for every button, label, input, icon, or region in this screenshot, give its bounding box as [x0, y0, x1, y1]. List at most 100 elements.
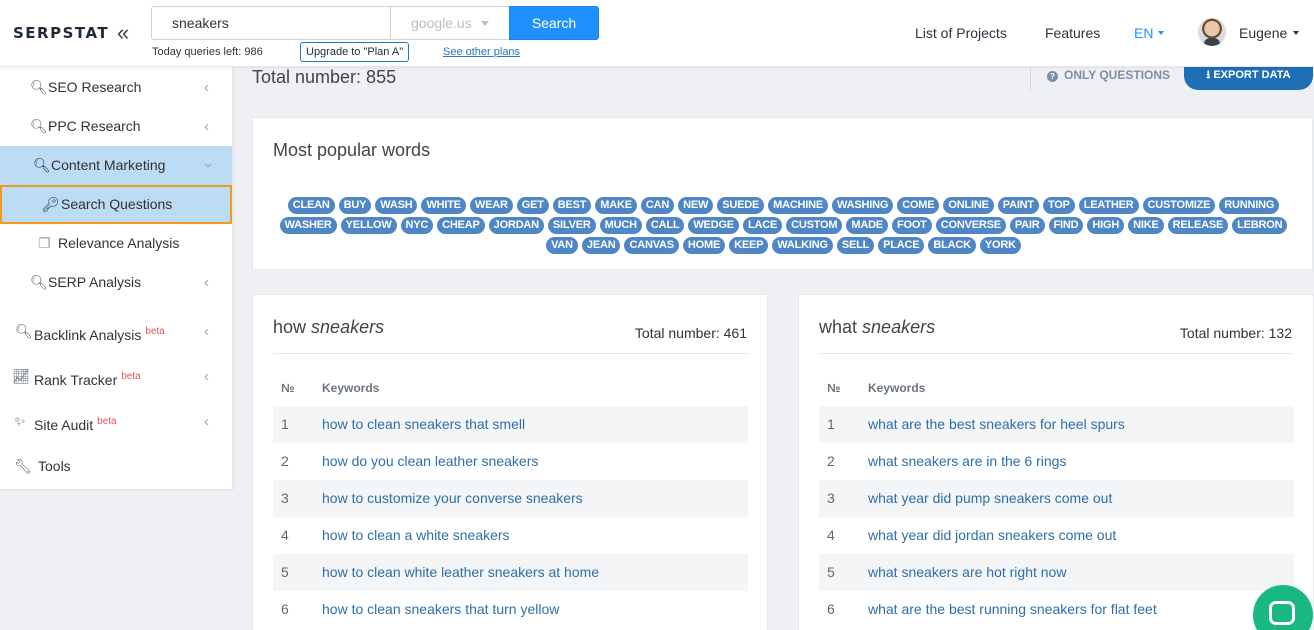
popular-word-chip[interactable]: CUSTOMIZE: [1142, 197, 1216, 214]
keyword-link[interactable]: how to clean sneakers that smell: [322, 406, 525, 443]
sidebar-item-relevance-analysis[interactable]: ❐ Relevance Analysis: [0, 224, 232, 263]
sidebar-item-backlink-analysis[interactable]: 🔍︎ Backlink Analysis beta ‹: [0, 312, 232, 351]
popular-word-chip[interactable]: MADE: [846, 217, 888, 234]
popular-word-chip[interactable]: PAIR: [1009, 217, 1045, 234]
popular-word-chip[interactable]: WALKING: [772, 237, 833, 254]
keyword-link[interactable]: what sneakers are hot right now: [868, 554, 1066, 591]
popular-word-chip[interactable]: KEEP: [729, 237, 769, 254]
sidebar-item-site-audit[interactable]: ✨︎ Site Audit beta ‹: [0, 402, 232, 441]
popular-word-chip[interactable]: BLACK: [928, 237, 976, 254]
column-header-number[interactable]: №: [281, 381, 294, 395]
sidebar-item-ppc-research[interactable]: 🔍︎ PPC Research ‹: [0, 107, 232, 146]
popular-word-chip[interactable]: YORK: [979, 237, 1021, 254]
divider: [273, 353, 748, 354]
keyword-link[interactable]: how to customize your converse sneakers: [322, 480, 583, 517]
popular-word-chip[interactable]: PAINT: [997, 197, 1039, 214]
popular-word-chip[interactable]: MAKE: [595, 197, 637, 214]
popular-word-chip[interactable]: CAN: [640, 197, 675, 214]
only-questions-toggle[interactable]: ? ONLY QUESTIONS: [1030, 67, 1170, 91]
popular-word-chip[interactable]: BUY: [338, 197, 372, 214]
popular-word-chip[interactable]: JEAN: [581, 237, 621, 254]
popular-word-chip[interactable]: HOME: [682, 237, 726, 254]
export-label: EXPORT DATA: [1213, 69, 1291, 81]
popular-word-chip[interactable]: GET: [516, 197, 549, 214]
user-menu[interactable]: Eugene: [1239, 25, 1300, 41]
popular-word-chip[interactable]: ONLINE: [943, 197, 994, 214]
keyword-link[interactable]: what year did pump sneakers come out: [868, 480, 1112, 517]
popular-word-chip[interactable]: SELL: [836, 237, 875, 254]
keyword-link[interactable]: how to clean a white sneakers: [322, 517, 510, 554]
popular-word-chip[interactable]: RELEASE: [1167, 217, 1229, 234]
popular-word-chip[interactable]: CONVERSE: [935, 217, 1006, 234]
queries-left: Today queries left: 986: [152, 46, 263, 58]
table-row: 4 how to clean a white sneakers: [273, 517, 748, 554]
popular-word-chip[interactable]: FOOT: [891, 217, 932, 234]
popular-word-chip[interactable]: NIKE: [1128, 217, 1164, 234]
keyword-link[interactable]: how do you clean leather sneakers: [322, 443, 538, 480]
popular-word-chip[interactable]: TOP: [1042, 197, 1075, 214]
sidebar-item-content-marketing[interactable]: 🔍︎ Content Marketing ‹: [0, 146, 232, 185]
popular-word-chip[interactable]: WEAR: [469, 197, 513, 214]
sidebar-item-seo-research[interactable]: 🔍︎ SEO Research ‹: [0, 68, 232, 107]
nav-features[interactable]: Features: [1045, 25, 1100, 41]
popular-word-chip[interactable]: HIGH: [1087, 217, 1125, 234]
search-icon: 🔍︎: [30, 274, 48, 290]
keyword-link[interactable]: how to clean white leather sneakers at h…: [322, 554, 599, 591]
popular-word-chip[interactable]: CLEAN: [287, 197, 335, 214]
popular-word-chip[interactable]: WEDGE: [688, 217, 739, 234]
keyword-link[interactable]: what are the best running sneakers for f…: [868, 591, 1157, 628]
popular-word-chip[interactable]: NEW: [678, 197, 714, 214]
popular-word-chip[interactable]: COME: [897, 197, 940, 214]
search-input[interactable]: sneakers: [151, 6, 391, 40]
popular-word-chip[interactable]: MACHINE: [768, 197, 829, 214]
keyword-link[interactable]: how to clean sneakers that turn yellow: [322, 591, 559, 628]
other-plans-link[interactable]: See other plans: [443, 46, 520, 58]
popular-word-chip[interactable]: PLACE: [878, 237, 925, 254]
keyword-link[interactable]: what are the best sneakers for heel spur…: [868, 406, 1125, 443]
popular-word-chip[interactable]: LEATHER: [1078, 197, 1139, 214]
popular-word-chip[interactable]: CALL: [645, 217, 685, 234]
collapse-sidebar-icon[interactable]: «: [117, 20, 129, 46]
search-icon: 🔍︎: [30, 79, 48, 95]
popular-word-chip[interactable]: CUSTOM: [786, 217, 843, 234]
avatar[interactable]: [1198, 18, 1226, 46]
sidebar-item-rank-tracker[interactable]: 📈︎ Rank Tracker beta ‹: [0, 357, 232, 396]
popular-word-chip[interactable]: NYC: [400, 217, 434, 234]
chevron-down-icon: [481, 21, 489, 26]
popular-word-chip[interactable]: JORDAN: [488, 217, 544, 234]
panel-title-term: sneakers: [311, 317, 385, 337]
popular-word-chip[interactable]: LEBRON: [1232, 217, 1288, 234]
popular-word-chip[interactable]: WASHING: [832, 197, 894, 214]
search-button[interactable]: Search: [509, 6, 599, 40]
popular-word-chip[interactable]: WASHER: [279, 217, 337, 234]
column-header-number[interactable]: №: [827, 381, 840, 395]
popular-word-chip[interactable]: LACE: [742, 217, 783, 234]
popular-word-chip[interactable]: RUNNING: [1219, 197, 1280, 214]
popular-word-chip[interactable]: CHEAP: [437, 217, 485, 234]
upgrade-button[interactable]: Upgrade to "Plan A": [300, 42, 410, 62]
keyword-link[interactable]: what sneakers are in the 6 rings: [868, 443, 1066, 480]
nav-list-of-projects[interactable]: List of Projects: [915, 25, 1007, 41]
download-icon: ⭳︎: [1206, 69, 1211, 81]
popular-word-chip[interactable]: FIND: [1048, 217, 1084, 234]
popular-word-chip[interactable]: BEST: [552, 197, 592, 214]
popular-word-chip[interactable]: SUEDE: [717, 197, 765, 214]
popular-word-chip[interactable]: SILVER: [547, 217, 596, 234]
sidebar-item-search-questions[interactable]: 🔑︎ Search Questions: [0, 185, 232, 224]
popular-word-chip[interactable]: CANVAS: [624, 237, 679, 254]
language-select[interactable]: EN: [1134, 25, 1165, 41]
region-select[interactable]: google.us: [390, 6, 510, 40]
popular-word-chip[interactable]: MUCH: [599, 217, 642, 234]
popular-word-chip[interactable]: VAN: [546, 237, 578, 254]
popular-word-chip[interactable]: YELLOW: [340, 217, 397, 234]
chevron-down-icon: [1158, 31, 1165, 35]
popular-word-chip[interactable]: WHITE: [421, 197, 466, 214]
sidebar-item-serp-analysis[interactable]: 🔍︎ SERP Analysis ‹: [0, 263, 232, 302]
popular-word-chip[interactable]: WASH: [375, 197, 418, 214]
column-header-keywords[interactable]: Keywords: [322, 381, 379, 395]
column-header-keywords[interactable]: Keywords: [868, 381, 925, 395]
keyword-link[interactable]: what year did jordan sneakers come out: [868, 517, 1116, 554]
panel-title: what sneakers: [819, 317, 935, 338]
sidebar-item-tools[interactable]: 🔧︎ Tools: [0, 447, 232, 486]
logo[interactable]: SERPSTAT: [13, 24, 109, 42]
